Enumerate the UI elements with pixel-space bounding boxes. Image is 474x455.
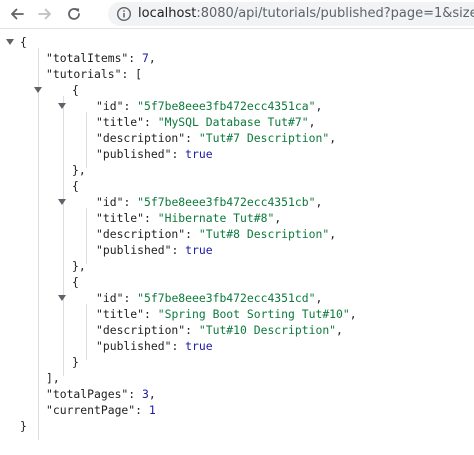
caret-down-icon <box>58 199 66 205</box>
json-line-title: "title": "Spring Boot Sorting Tut#10", <box>96 307 357 321</box>
arrow-right-icon <box>37 6 53 22</box>
json-string: "Spring Boot Sorting Tut#10" <box>157 307 350 321</box>
json-key: "title" <box>96 211 145 225</box>
json-key: "published" <box>96 147 172 161</box>
json-line-description: "description": "Tut#8 Description", <box>96 227 337 241</box>
collapse-item-3-toggle[interactable] <box>57 290 67 306</box>
json-key: "totalItems" <box>46 51 129 65</box>
indent-guide-item-2 <box>86 208 87 264</box>
json-viewer: { "totalItems": 7, "tutorials": [ { "id"… <box>0 28 474 455</box>
json-number: 3 <box>142 387 149 401</box>
json-key: "id" <box>96 291 124 305</box>
arrow-left-icon <box>9 6 25 22</box>
json-boolean: true <box>185 339 213 353</box>
json-object-close: }, <box>72 259 86 273</box>
json-line-tutorials: "tutorials": [ <box>46 67 143 81</box>
indent-guide-tutorials <box>63 96 64 376</box>
collapse-item-2-toggle[interactable] <box>57 194 67 210</box>
address-bar[interactable]: localhost:8080/api/tutorials/published?p… <box>108 2 474 26</box>
json-number: 7 <box>142 51 149 65</box>
indent-guide-item-1 <box>86 112 87 168</box>
json-array-close: ], <box>46 371 60 385</box>
back-button[interactable] <box>6 3 28 25</box>
caret-down-icon <box>58 295 66 301</box>
json-key: "totalPages" <box>46 387 129 401</box>
indent-guide-item-3 <box>86 304 87 360</box>
json-boolean: true <box>185 147 213 161</box>
collapse-item-1-toggle[interactable] <box>57 98 67 114</box>
json-key: "tutorials" <box>46 67 122 81</box>
json-line-total-items: "totalItems": 7, <box>46 51 156 65</box>
json-string: "Tut#10 Description" <box>198 323 337 337</box>
indent-guide-root <box>38 48 39 440</box>
json-line-current-page: "currentPage": 1 <box>46 403 156 417</box>
json-root-open: { <box>20 35 27 49</box>
caret-down-icon <box>58 103 66 109</box>
json-object-open: { <box>72 83 79 97</box>
json-key: "id" <box>96 195 124 209</box>
json-key: "id" <box>96 99 124 113</box>
caret-down-icon <box>6 39 14 45</box>
json-key: "description" <box>96 227 186 241</box>
json-line-description: "description": "Tut#10 Description", <box>96 323 343 337</box>
forward-button[interactable] <box>34 3 56 25</box>
json-string: "5f7be8eee3fb472ecc4351cb" <box>137 195 316 209</box>
json-string: "Tut#8 Description" <box>198 227 330 241</box>
json-key: "description" <box>96 131 186 145</box>
json-object-close: }, <box>72 163 86 177</box>
json-string: "5f7be8eee3fb472ecc4351ca" <box>137 99 316 113</box>
json-key: "title" <box>96 307 145 321</box>
json-object-open: { <box>72 179 79 193</box>
json-line-id: "id": "5f7be8eee3fb472ecc4351cb", <box>96 195 323 209</box>
json-line-title: "title": "MySQL Database Tut#7", <box>96 115 316 129</box>
json-line-id: "id": "5f7be8eee3fb472ecc4351cd", <box>96 291 323 305</box>
json-object-close: } <box>72 355 79 369</box>
url-path: :8080/api/tutorials/published?page=1&siz… <box>196 6 474 21</box>
json-root-close: } <box>20 419 27 433</box>
info-icon[interactable] <box>116 6 132 26</box>
json-key: "description" <box>96 323 186 337</box>
json-line-total-pages: "totalPages": 3, <box>46 387 156 401</box>
json-number: 1 <box>148 403 156 417</box>
json-string: "5f7be8eee3fb472ecc4351cd" <box>137 291 316 305</box>
json-object-open: { <box>72 275 79 289</box>
json-string: "Hibernate Tut#8" <box>157 211 275 225</box>
json-string: "MySQL Database Tut#7" <box>157 115 309 129</box>
caret-down-icon <box>34 87 42 93</box>
json-line-published: "published": true <box>96 339 213 353</box>
json-key: "published" <box>96 243 172 257</box>
json-key: "published" <box>96 339 172 353</box>
json-key: "currentPage" <box>46 403 136 417</box>
json-line-published: "published": true <box>96 147 213 161</box>
collapse-root-toggle[interactable] <box>5 34 15 50</box>
json-boolean: true <box>185 243 213 257</box>
url-host: localhost <box>138 6 197 21</box>
json-key: "title" <box>96 115 145 129</box>
reload-button[interactable] <box>63 3 85 25</box>
json-line-id: "id": "5f7be8eee3fb472ecc4351ca", <box>96 99 323 113</box>
json-line-title: "title": "Hibernate Tut#8", <box>96 211 282 225</box>
browser-toolbar: localhost:8080/api/tutorials/published?p… <box>0 0 474 29</box>
url-text[interactable]: localhost:8080/api/tutorials/published?p… <box>138 5 474 23</box>
reload-icon <box>66 6 82 22</box>
json-line-description: "description": "Tut#7 Description", <box>96 131 337 145</box>
json-string: "Tut#7 Description" <box>198 131 330 145</box>
collapse-tutorials-toggle[interactable] <box>33 82 43 98</box>
json-line-published: "published": true <box>96 243 213 257</box>
